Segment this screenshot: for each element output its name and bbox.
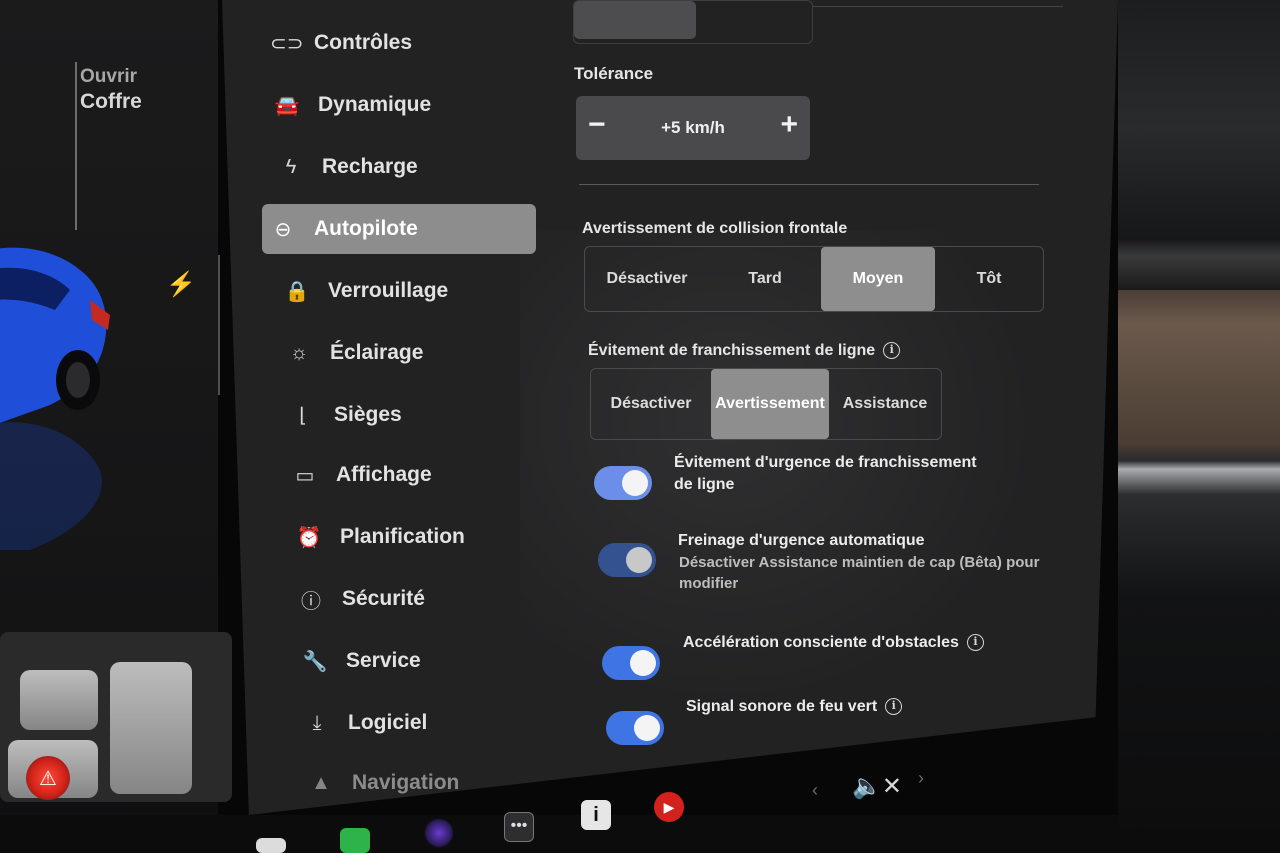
emergency-lane-departure-label: Évitement d'urgence de franchissement de… (674, 454, 977, 493)
option-warning[interactable]: Avertissement (711, 369, 829, 439)
green-light-chime-text: Signal sonore de feu vert (686, 698, 878, 715)
top-segment-selected[interactable] (574, 1, 696, 39)
automatic-emergency-braking-toggle[interactable] (598, 543, 656, 577)
tolerance-stepper[interactable]: − +5 km/h + (576, 96, 810, 160)
display-icon: ▭ (295, 464, 315, 487)
sidebar-item-label: Sécurité (342, 587, 425, 610)
seat-icon (110, 662, 192, 794)
lightning-icon[interactable]: ⚡ (166, 270, 196, 299)
sidebar-item-label: Éclairage (330, 341, 424, 364)
chevron-right-icon[interactable]: › (918, 768, 924, 789)
toggle-knob (634, 715, 660, 741)
automatic-emergency-braking-hint: Désactiver Assistance maintien de cap (B… (679, 554, 1040, 592)
wrench-icon: 🔧 (302, 650, 328, 673)
steering-wheel-icon: ⊖ (274, 218, 292, 241)
green-light-chime-label: Signal sonore de feu vert i (686, 696, 903, 718)
chevron-left-icon[interactable]: ‹ (812, 780, 818, 801)
sidebar-item-navigation[interactable]: ▲ Navigation (300, 758, 574, 808)
toggle-knob (622, 470, 648, 496)
car-image (0, 247, 110, 423)
toggle-knob (626, 547, 652, 573)
top-segmented-control[interactable] (573, 0, 813, 44)
tolerance-value: +5 km/h (661, 118, 725, 137)
automatic-emergency-braking-label: Freinage d'urgence automatique (678, 532, 925, 549)
speaker-mute-icon[interactable]: 🔈✕ (852, 772, 902, 801)
sidebar-item-label: Dynamique (318, 93, 432, 116)
obstacle-aware-acceleration-label: Accélération consciente d'obstacles i (683, 632, 984, 654)
option-assist[interactable]: Assistance (829, 369, 941, 439)
lane-departure-text: Évitement de franchissement de ligne (588, 342, 876, 359)
collision-warning-label: Avertissement de collision frontale (582, 220, 848, 237)
sidebar-item-dynamics[interactable]: 🚘 Dynamique (266, 80, 540, 130)
trunk-indicator-line (75, 62, 77, 230)
download-icon: ⤓ (312, 711, 322, 734)
sidebar-item-label: Verrouillage (328, 279, 449, 302)
chart-icon[interactable] (340, 828, 370, 853)
toggle-icon: ⊂⊃ (270, 32, 304, 55)
sidebar-item-label: Navigation (352, 771, 460, 794)
sidebar-item-locks[interactable]: 🔒 Verrouillage (276, 266, 550, 316)
option-disable[interactable]: Désactiver (585, 247, 709, 311)
lane-departure-segmented-control[interactable]: Désactiver Avertissement Assistance (590, 368, 942, 440)
manual-icon[interactable]: i (581, 800, 611, 830)
alarm-clock-icon: ⏰ (296, 526, 322, 549)
sidebar-item-label: Contrôles (314, 31, 413, 54)
sidebar-item-schedule[interactable]: ⏰ Planification (288, 512, 562, 562)
car-icon: 🚘 (274, 94, 300, 117)
increase-button[interactable]: + (780, 110, 798, 140)
camera-icon[interactable] (424, 818, 454, 848)
sidebar-item-seats[interactable]: ⌊ Sièges (282, 390, 556, 440)
green-light-chime-toggle[interactable] (606, 711, 664, 745)
sidebar-item-autopilot[interactable]: ⊖ Autopilote (262, 204, 536, 254)
lock-icon: 🔒 (284, 280, 310, 303)
sidebar-item-label: Service (346, 649, 421, 672)
info-icon[interactable]: i (885, 698, 903, 715)
app-dock (0, 815, 1118, 853)
sidebar-item-label: Affichage (336, 463, 432, 486)
option-medium[interactable]: Moyen (821, 247, 935, 311)
sidebar-item-security[interactable]: ⓘ Sécurité (290, 574, 564, 624)
seat-icon (20, 670, 98, 730)
trunk-label[interactable]: Coffre (80, 90, 142, 114)
panel-divider (218, 255, 220, 395)
sidebar-item-controls[interactable]: ⊂⊃ Contrôles (262, 18, 536, 68)
obstacle-aware-acceleration-toggle[interactable] (602, 646, 660, 680)
notes-icon[interactable] (256, 838, 286, 853)
emergency-lane-departure-toggle[interactable] (594, 466, 652, 500)
sidebar-item-charging[interactable]: ϟ Recharge (270, 142, 544, 192)
obstacle-aware-acceleration-text: Accélération consciente d'obstacles (683, 634, 959, 651)
seatbelt-warning-icon: ⚠ (26, 756, 70, 800)
sidebar-item-service[interactable]: 🔧 Service (294, 636, 568, 686)
sidebar-item-label: Recharge (322, 155, 418, 178)
divider (813, 6, 1063, 7)
car-reflection (0, 422, 102, 550)
trunk-open-text[interactable]: Ouvrir (80, 64, 137, 90)
tolerance-label: Tolérance (574, 64, 654, 83)
option-disable[interactable]: Désactiver (591, 369, 711, 439)
sidebar-item-label: Planification (340, 525, 465, 548)
lane-departure-label: Évitement de franchissement de ligne i (588, 342, 901, 360)
sidebar-item-label: Logiciel (348, 711, 428, 734)
sidebar-item-display[interactable]: ▭ Affichage (284, 450, 558, 500)
media-player-icon[interactable]: ▶ (654, 792, 684, 822)
car-interior-background (1118, 0, 1280, 853)
navigation-arrow-icon: ▲ (311, 771, 331, 794)
info-icon[interactable]: i (966, 634, 984, 651)
more-icon[interactable]: ••• (504, 812, 534, 842)
sun-icon: ☼ (289, 341, 309, 364)
collision-warning-segmented-control[interactable]: Désactiver Tard Moyen Tôt (584, 246, 1044, 312)
info-icon[interactable]: i (883, 342, 901, 359)
sidebar-item-software[interactable]: ⤓ Logiciel (296, 698, 570, 748)
lightning-icon: ϟ (285, 155, 297, 178)
sidebar-item-lighting[interactable]: ☼ Éclairage (278, 328, 552, 378)
toggle-knob (630, 650, 656, 676)
alert-circle-icon: ⓘ (301, 590, 321, 613)
seat-icon: ⌊ (299, 404, 307, 427)
sidebar-item-label: Autopilote (314, 217, 418, 240)
sidebar-item-label: Sièges (334, 403, 402, 426)
divider (579, 184, 1039, 185)
option-early[interactable]: Tôt (935, 247, 1043, 311)
option-late[interactable]: Tard (709, 247, 821, 311)
